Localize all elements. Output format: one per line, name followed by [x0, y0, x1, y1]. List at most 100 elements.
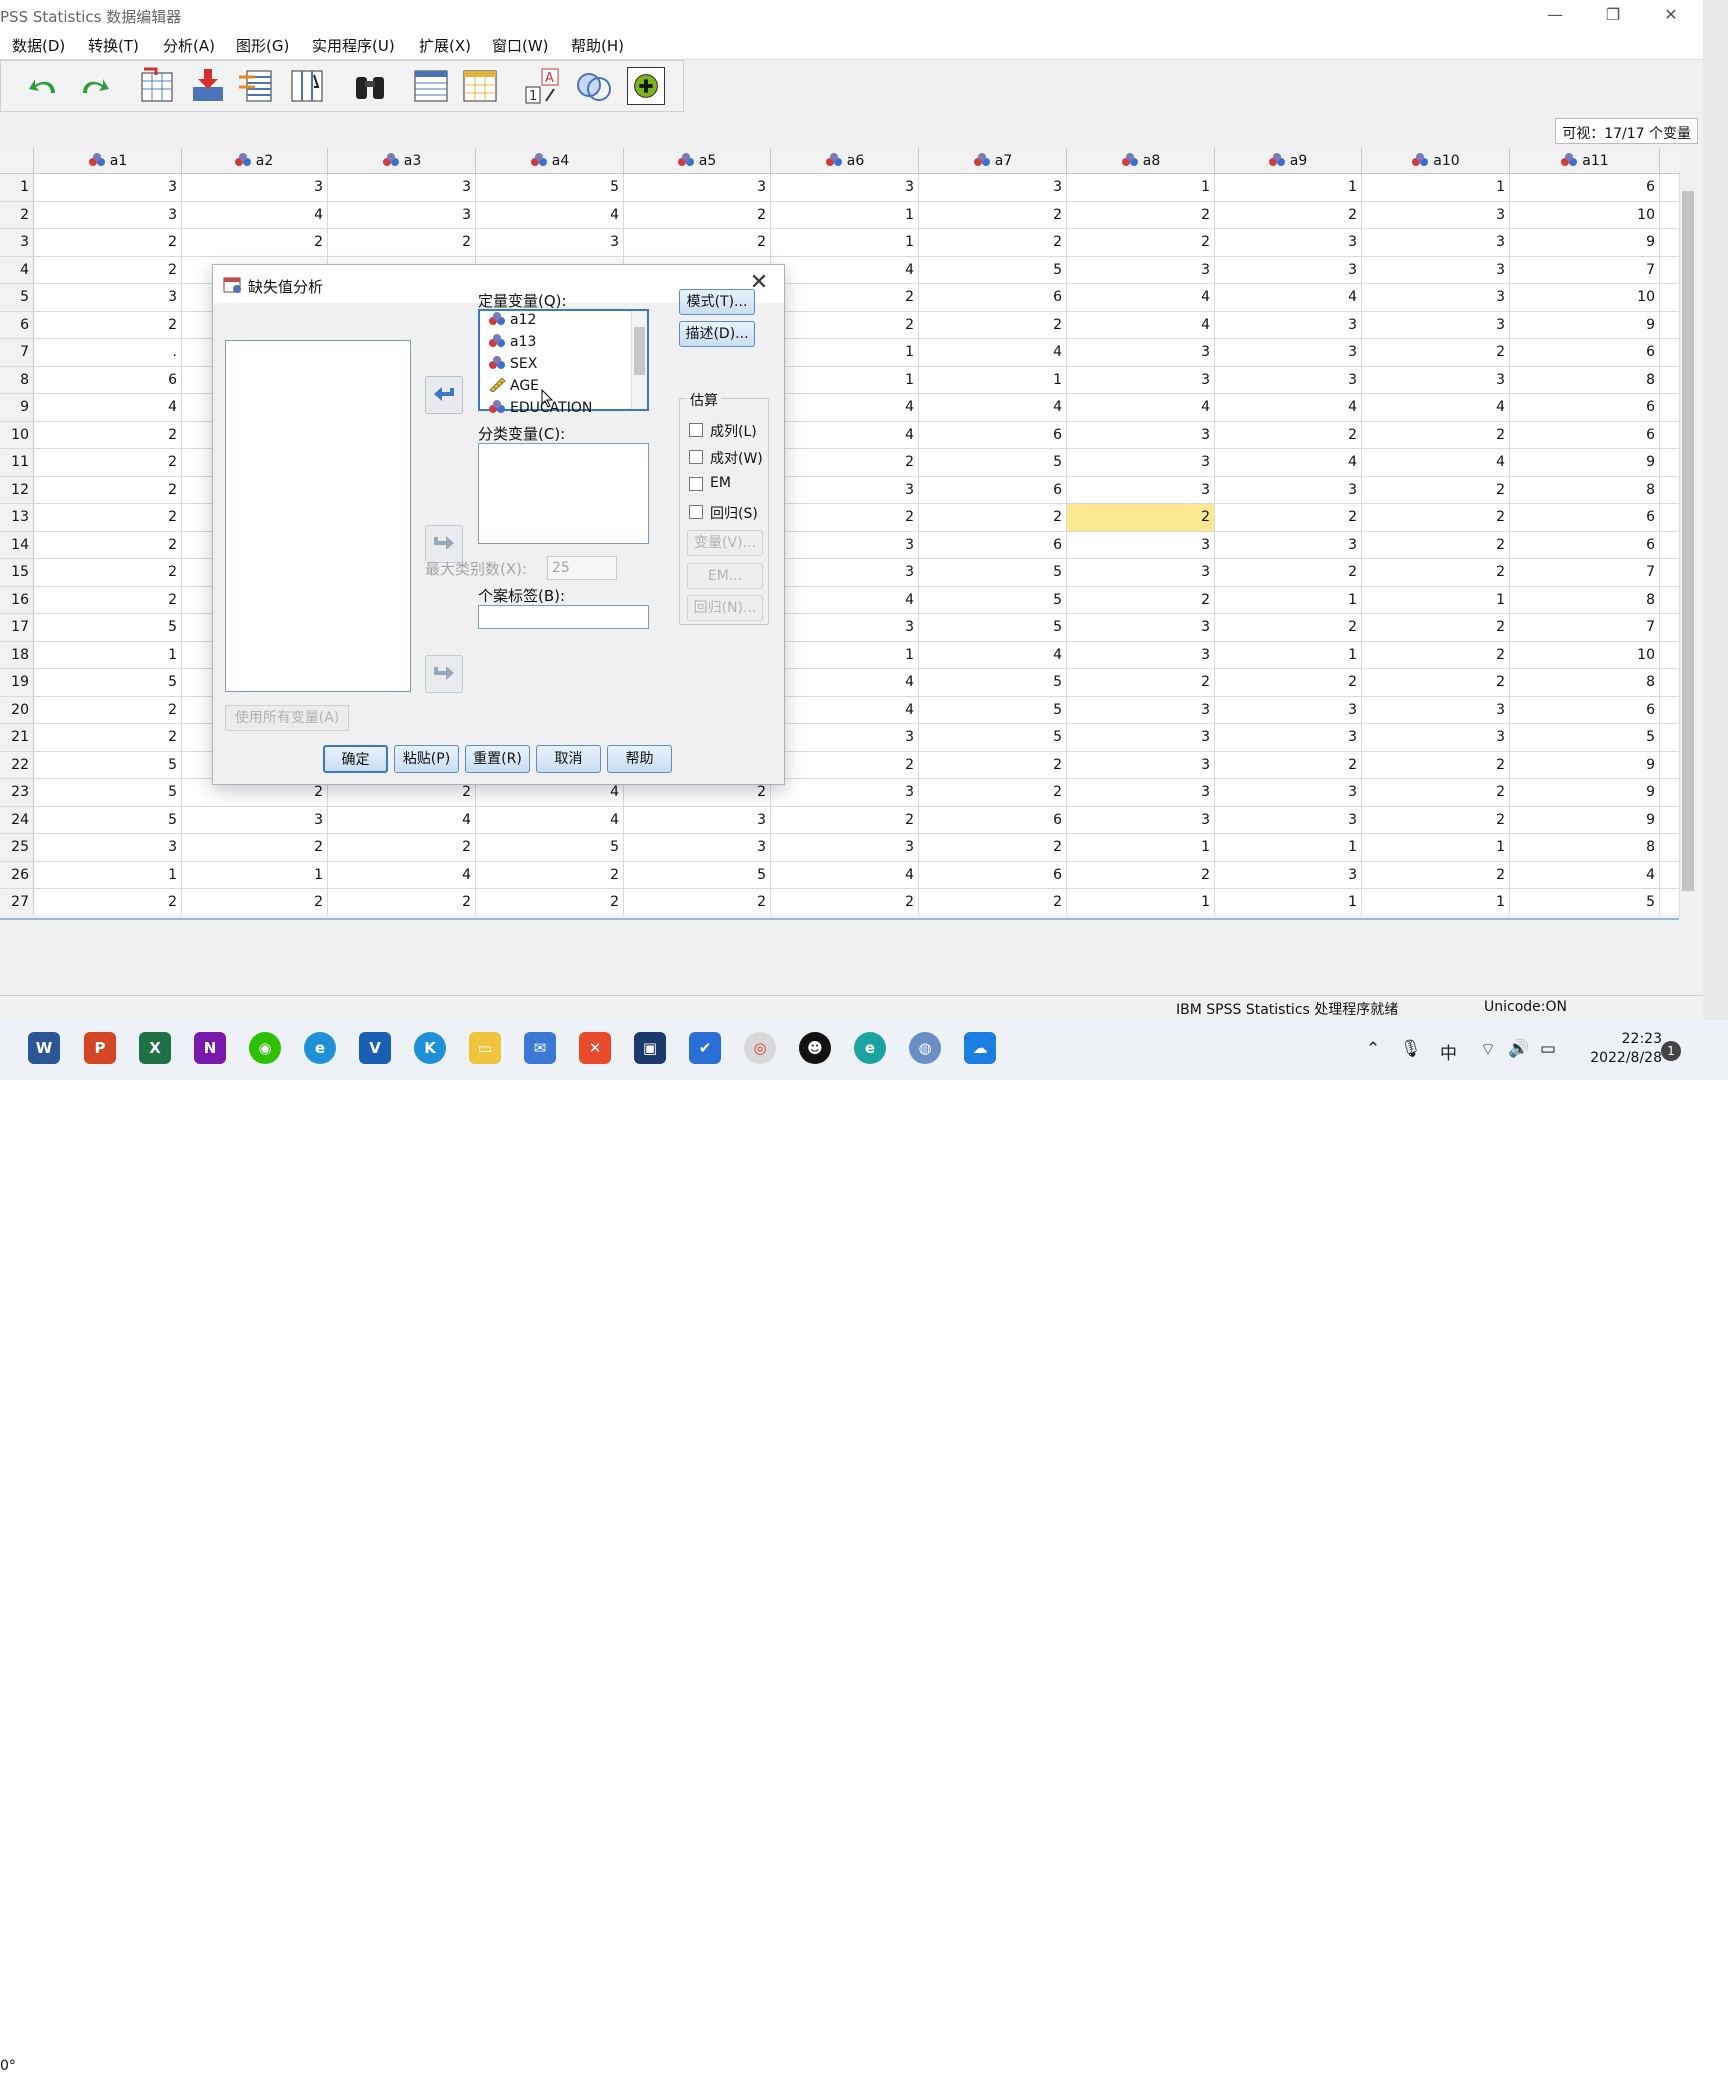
menu-item-4[interactable]: 实用程序(U) [312, 35, 395, 56]
row-number[interactable]: 10 [0, 421, 34, 448]
data-cell[interactable]: 5 [34, 669, 182, 696]
data-cell[interactable]: 3 [1362, 311, 1510, 338]
data-cell[interactable]: 1 [1067, 889, 1215, 915]
patterns-button[interactable]: 模式(T)... [679, 289, 755, 315]
data-cell[interactable]: 1 [180, 861, 328, 888]
data-cell[interactable]: 3 [1362, 201, 1510, 228]
data-cell[interactable]: 3 [1362, 696, 1510, 723]
data-cell[interactable]: 2 [34, 586, 182, 613]
data-cell[interactable]: 4 [1510, 861, 1660, 888]
row-number[interactable]: 18 [0, 641, 34, 668]
data-cell[interactable]: 2 [771, 751, 919, 778]
minimize-button[interactable]: — [1535, 3, 1575, 27]
data-cell[interactable]: 6 [919, 806, 1067, 833]
quantitative-list-scroll-thumb[interactable] [634, 327, 645, 375]
data-cell[interactable]: 1 [771, 641, 919, 668]
column-header-a7[interactable]: a7 [919, 148, 1067, 174]
data-cell[interactable]: 2 [1214, 559, 1362, 586]
data-cell[interactable]: 2 [34, 531, 182, 558]
menu-item-0[interactable]: 数据(D) [12, 35, 65, 56]
data-cell[interactable]: 2 [771, 449, 919, 476]
data-cell[interactable]: 2 [919, 504, 1067, 531]
use-sets-icon[interactable] [575, 67, 613, 105]
ime-indicator[interactable]: 中 [1440, 1039, 1457, 1064]
data-cell[interactable]: 5 [919, 586, 1067, 613]
row-number[interactable]: 19 [0, 669, 34, 696]
photos-icon[interactable]: ☁ [964, 1032, 996, 1064]
data-cell[interactable]: 3 [1362, 724, 1510, 751]
data-cell[interactable]: 2 [1214, 421, 1362, 448]
column-header-a2[interactable]: a2 [180, 148, 328, 174]
import-data-icon[interactable] [189, 67, 227, 105]
menu-item-2[interactable]: 分析(A) [163, 35, 215, 56]
row-number[interactable]: 1 [0, 174, 34, 201]
data-cell[interactable]: 3 [1214, 779, 1362, 806]
data-cell[interactable]: 2 [1362, 751, 1510, 778]
column-header-a8[interactable]: a8 [1067, 148, 1215, 174]
data-cell[interactable]: 1 [1214, 174, 1362, 201]
data-cell[interactable]: 3 [623, 834, 771, 861]
data-cell[interactable]: 3 [1067, 339, 1215, 366]
row-number[interactable]: 13 [0, 504, 34, 531]
em-options-button[interactable]: EM... [687, 563, 763, 589]
data-cell[interactable]: 1 [771, 366, 919, 393]
data-cell[interactable]: 3 [1067, 366, 1215, 393]
data-cell[interactable]: 2 [328, 889, 476, 915]
row-number[interactable]: 11 [0, 449, 34, 476]
data-cell[interactable]: 3 [1214, 311, 1362, 338]
data-cell[interactable]: 1 [1214, 889, 1362, 915]
row-number[interactable]: 26 [0, 861, 34, 888]
data-cell[interactable]: 6 [34, 366, 182, 393]
data-cell[interactable]: 3 [180, 806, 328, 833]
data-cell[interactable]: 2 [919, 779, 1067, 806]
em-checkbox[interactable] [689, 477, 703, 491]
insert-variable-icon[interactable] [461, 67, 499, 105]
variables-button[interactable]: 变量(V)... [687, 530, 763, 556]
data-cell[interactable]: 9 [1510, 229, 1660, 256]
data-cell[interactable]: 5 [476, 834, 624, 861]
menu-item-7[interactable]: 帮助(H) [571, 35, 624, 56]
xmind-icon[interactable]: ✕ [579, 1032, 611, 1064]
vertical-scrollbar[interactable] [1679, 171, 1697, 918]
wifi-icon[interactable]: ⌔ [1480, 1039, 1496, 1060]
data-cell[interactable]: 4 [180, 201, 328, 228]
data-cell[interactable]: 6 [919, 284, 1067, 311]
data-cell[interactable]: 2 [771, 806, 919, 833]
data-cell[interactable]: 2 [1214, 751, 1362, 778]
vertical-scroll-thumb[interactable] [1682, 191, 1694, 891]
data-cell[interactable]: 1 [1067, 174, 1215, 201]
file-explorer-icon[interactable]: ▭ [469, 1032, 501, 1064]
data-cell[interactable]: 2 [180, 834, 328, 861]
data-cell[interactable]: 3 [1067, 559, 1215, 586]
powerpoint-icon[interactable]: P [84, 1032, 116, 1064]
row-number[interactable]: 20 [0, 696, 34, 723]
data-cell[interactable]: 5 [919, 696, 1067, 723]
data-cell[interactable]: 5 [476, 174, 624, 201]
variables-icon[interactable] [237, 67, 275, 105]
data-cell[interactable]: 3 [1214, 724, 1362, 751]
add-extension-icon[interactable] [627, 67, 665, 105]
data-cell[interactable]: 5 [34, 806, 182, 833]
row-number[interactable]: 2 [0, 201, 34, 228]
data-cell[interactable]: 4 [919, 394, 1067, 421]
data-cell[interactable]: 1 [1214, 586, 1362, 613]
data-cell[interactable]: 2 [1362, 504, 1510, 531]
column-header-a5[interactable]: a5 [623, 148, 771, 174]
data-cell[interactable]: 6 [919, 861, 1067, 888]
data-cell[interactable]: 2 [34, 696, 182, 723]
onenote-icon[interactable]: N [194, 1032, 226, 1064]
column-header-a4[interactable]: a4 [476, 148, 624, 174]
data-cell[interactable]: 7 [1510, 614, 1660, 641]
data-cell[interactable]: 2 [34, 724, 182, 751]
data-cell[interactable]: 2 [1362, 861, 1510, 888]
move-to-quantitative-button[interactable] [425, 376, 463, 414]
data-cell[interactable]: 2 [919, 834, 1067, 861]
data-cell[interactable]: 3 [1067, 724, 1215, 751]
data-cell[interactable]: 4 [1214, 394, 1362, 421]
data-cell[interactable]: 3 [771, 779, 919, 806]
data-cell[interactable]: 4 [1067, 394, 1215, 421]
data-cell[interactable]: 1 [771, 229, 919, 256]
data-cell[interactable]: 1 [1214, 641, 1362, 668]
column-header-a6[interactable]: a6 [771, 148, 919, 174]
data-cell[interactable]: 6 [1510, 531, 1660, 558]
